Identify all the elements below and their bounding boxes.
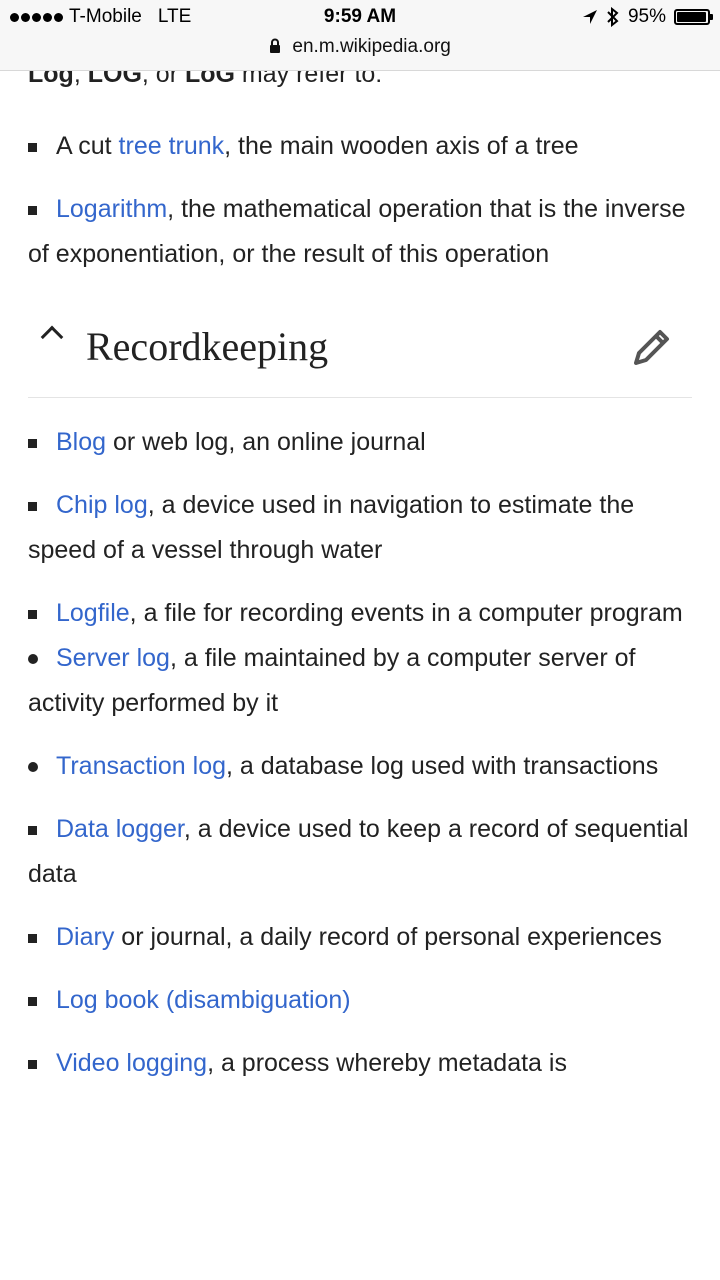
address-bar[interactable]: en.m.wikipedia.org — [0, 36, 720, 58]
item-text: , a process whereby metadata is — [207, 1049, 567, 1077]
top-list: A cut tree trunk, the main wooden axis o… — [28, 124, 692, 277]
link-video-logging[interactable]: Video logging — [56, 1049, 207, 1077]
list-item: Data logger, a device used to keep a rec… — [28, 807, 692, 897]
item-text: , a file for recording events in a compu… — [129, 599, 683, 627]
article-body: Log, LOG, or LoG may refer to: A cut tre… — [28, 52, 692, 1104]
link-chip-log[interactable]: Chip log — [56, 491, 148, 519]
link-data-logger[interactable]: Data logger — [56, 815, 184, 843]
battery-percent: 95% — [627, 6, 666, 27]
list-item: Blog or web log, an online journal — [28, 420, 692, 465]
recordkeeping-list: Blog or web log, an online journal Chip … — [28, 420, 692, 1086]
url-text: en.m.wikipedia.org — [292, 36, 451, 57]
item-text: , a database log used with transactions — [226, 752, 659, 780]
link-log-book-disambiguation[interactable]: Log book (disambiguation) — [56, 986, 351, 1014]
list-item: Video logging, a process whereby metadat… — [28, 1041, 692, 1086]
list-item: A cut tree trunk, the main wooden axis o… — [28, 124, 692, 169]
item-text: or journal, a daily record of personal e… — [114, 923, 662, 951]
location-arrow-icon — [582, 10, 597, 24]
link-logfile[interactable]: Logfile — [56, 599, 130, 627]
battery-icon — [674, 9, 713, 25]
list-item: Logfile, a file for recording events in … — [28, 591, 692, 789]
lock-icon — [270, 38, 281, 53]
link-tree-trunk[interactable]: tree trunk — [119, 132, 225, 160]
sub-list-item: Server log, a file maintained by a compu… — [28, 636, 692, 726]
list-item: Diary or journal, a daily record of pers… — [28, 915, 692, 960]
pencil-icon[interactable] — [630, 327, 672, 369]
link-transaction-log[interactable]: Transaction log — [56, 752, 226, 780]
sub-list-item: Transaction log, a database log used wit… — [28, 744, 692, 789]
list-item: Logarithm, the mathematical operation th… — [28, 187, 692, 277]
section-header-recordkeeping[interactable]: Recordkeeping — [28, 307, 692, 398]
chevron-up-icon[interactable] — [40, 325, 64, 349]
list-item: Log book (disambiguation) — [28, 978, 692, 1023]
link-blog[interactable]: Blog — [56, 428, 106, 456]
item-text: or web log, an online journal — [106, 428, 426, 456]
link-server-log[interactable]: Server log — [56, 644, 170, 672]
logfile-sublist: Server log, a file maintained by a compu… — [0, 636, 692, 789]
bluetooth-icon — [607, 7, 619, 27]
section-title: Recordkeeping — [86, 324, 329, 369]
browser-top-bar: T-Mobile LTE 9:59 AM 95% en.m.wikipedia.… — [0, 0, 720, 71]
link-logarithm[interactable]: Logarithm — [56, 195, 167, 223]
item-text: , the main wooden axis of a tree — [224, 132, 579, 160]
list-item: Chip log, a device used in navigation to… — [28, 483, 692, 573]
link-diary[interactable]: Diary — [56, 923, 114, 951]
status-right: 95% — [582, 6, 713, 28]
item-text: A cut — [56, 132, 119, 160]
